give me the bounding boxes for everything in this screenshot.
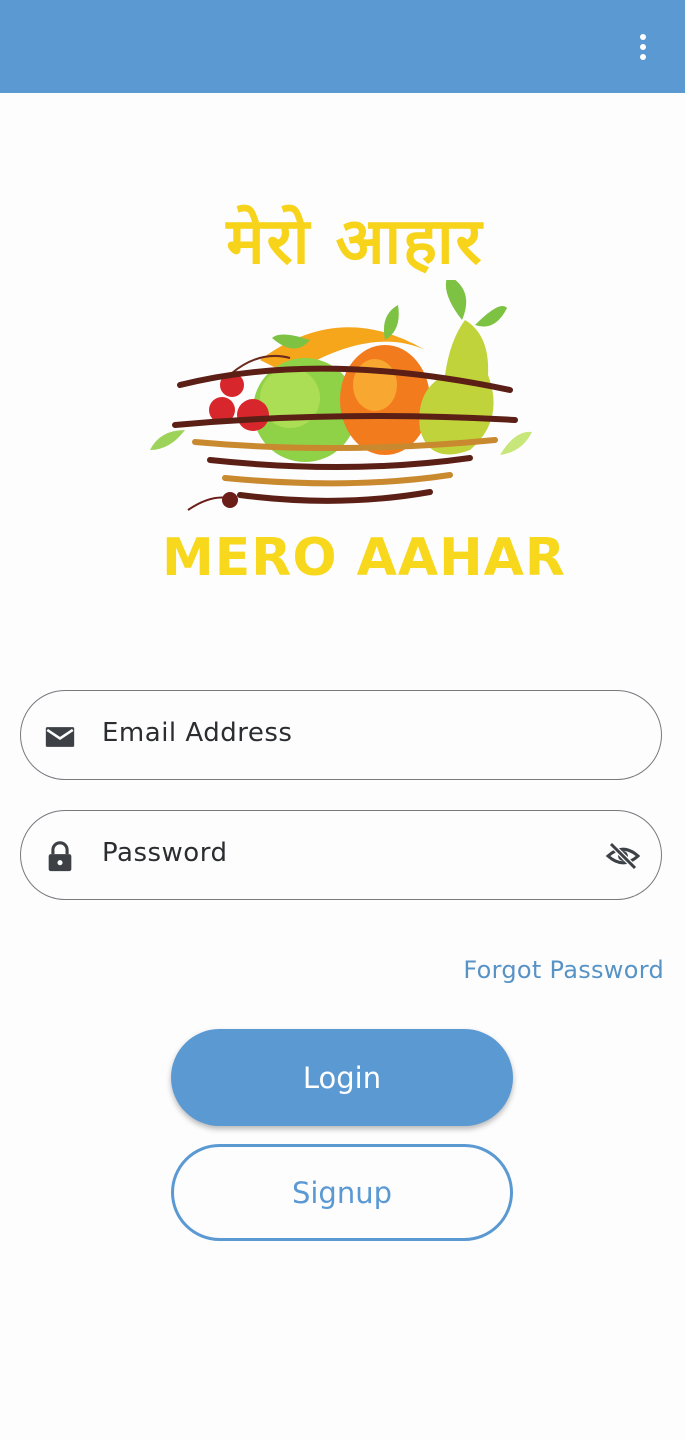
lock-icon [48, 841, 72, 872]
password-placeholder: Password [102, 838, 228, 868]
fruit-basket-icon [150, 280, 532, 511]
signup-button[interactable]: Signup [171, 1144, 513, 1241]
forgot-password-link[interactable]: Forgot Password [463, 956, 664, 984]
password-field[interactable]: Password [20, 810, 662, 900]
visibility-off-icon[interactable] [603, 838, 643, 874]
app-bar [0, 0, 685, 93]
login-button[interactable]: Login [171, 1029, 513, 1126]
logo-hindi-text: मेरो आहार [226, 205, 484, 279]
email-icon [45, 727, 75, 747]
logo-english-text: MERO AAHAR [162, 528, 566, 588]
more-vertical-icon[interactable] [623, 30, 663, 64]
email-field[interactable]: Email Address [20, 690, 662, 780]
app-logo: मेरो आहार MERO AAHAR [140, 185, 570, 605]
email-placeholder: Email Address [102, 718, 293, 748]
login-screen: मेरो आहार MERO AAHAR Email Address Passw… [0, 0, 685, 1440]
